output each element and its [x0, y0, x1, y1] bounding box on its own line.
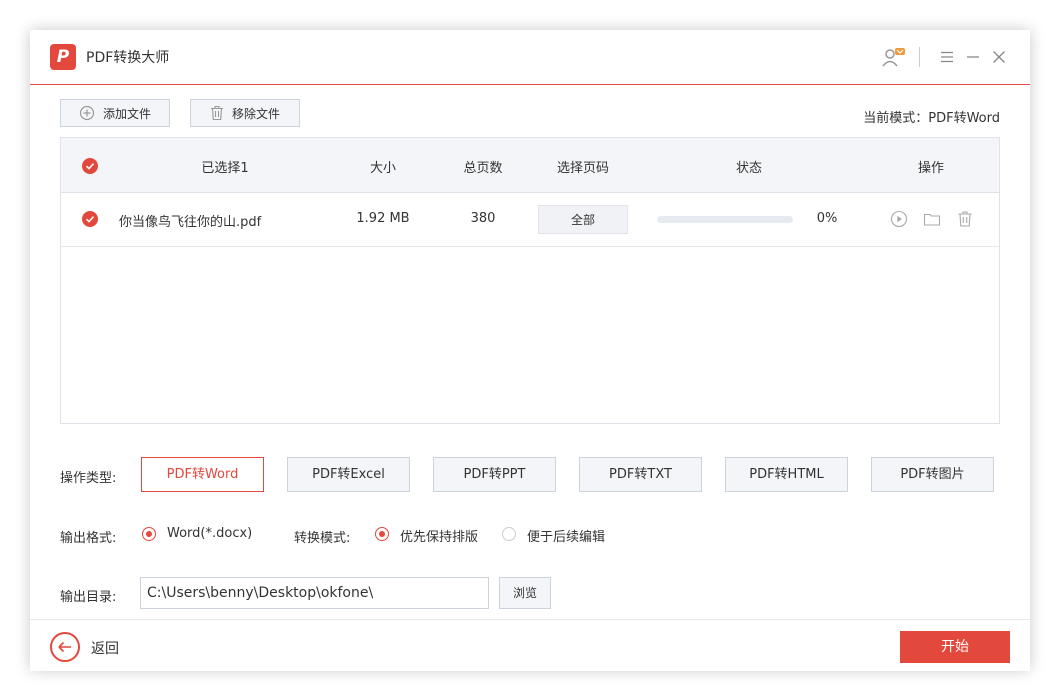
- browse-button[interactable]: 浏览: [499, 577, 551, 609]
- file-name: 你当像鸟飞往你的山.pdf: [119, 215, 262, 230]
- output-dir-label: 输出目录:: [60, 590, 117, 605]
- header-selected: 已选择1: [201, 161, 249, 176]
- row-checkbox[interactable]: [82, 211, 98, 227]
- titlebar-divider: [919, 47, 920, 67]
- type-pdf-to-image[interactable]: PDF转图片: [871, 457, 994, 492]
- play-icon[interactable]: [890, 210, 910, 230]
- mode-easy-edit-text: 便于后续编辑: [527, 530, 606, 545]
- output-dir-input[interactable]: [140, 577, 489, 609]
- remove-file-button[interactable]: 移除文件: [190, 99, 300, 127]
- header-size: 大小: [369, 161, 397, 176]
- close-icon[interactable]: [986, 44, 1012, 70]
- header-pages: 总页数: [463, 161, 503, 176]
- output-format-label: 输出格式:: [60, 531, 117, 546]
- mode-keep-layout-radio[interactable]: [375, 527, 389, 541]
- minimize-icon[interactable]: [960, 44, 986, 70]
- page-select-button[interactable]: 全部: [538, 205, 628, 234]
- file-pages: 380: [470, 211, 496, 226]
- footer-bar: 返回 开始: [30, 619, 1030, 671]
- header-page-select: 选择页码: [556, 161, 610, 176]
- folder-icon[interactable]: [923, 210, 943, 230]
- select-all-checkbox[interactable]: [82, 158, 98, 174]
- table-header: 已选择1 大小 总页数 选择页码 状态 操作: [61, 138, 999, 193]
- menu-icon[interactable]: [934, 44, 960, 70]
- header-status: 状态: [735, 161, 763, 176]
- convert-mode-label: 转换模式:: [294, 531, 351, 546]
- type-pdf-to-word[interactable]: PDF转Word: [141, 457, 264, 492]
- add-file-label: 添加文件: [102, 106, 151, 121]
- progress-bar: [657, 216, 793, 223]
- type-pdf-to-txt[interactable]: PDF转TXT: [579, 457, 702, 492]
- add-file-button[interactable]: 添加文件: [60, 99, 170, 127]
- type-pdf-to-excel[interactable]: PDF转Excel: [287, 457, 410, 492]
- file-size: 1.92 MB: [356, 211, 410, 226]
- remove-file-label: 移除文件: [231, 106, 280, 121]
- back-arrow-icon[interactable]: [50, 632, 80, 662]
- window-controls: [881, 44, 1012, 70]
- trash-icon: [210, 105, 223, 121]
- mode-keep-layout-text: 优先保持排版: [400, 530, 479, 545]
- type-pdf-to-ppt[interactable]: PDF转PPT: [433, 457, 556, 492]
- operation-type-label: 操作类型:: [60, 471, 117, 486]
- app-window: P PDF转换大师 添加文件 移除文件 当前模式：PDF转Word 已选择1 大…: [30, 30, 1030, 671]
- user-vip-icon[interactable]: [881, 44, 907, 70]
- type-pdf-to-html[interactable]: PDF转HTML: [725, 457, 848, 492]
- format-word-radio[interactable]: [142, 527, 156, 541]
- file-table: 已选择1 大小 总页数 选择页码 状态 操作 你当像鸟飞往你的山.pdf 1.9…: [60, 137, 1000, 424]
- mode-easy-edit-radio[interactable]: [502, 527, 516, 541]
- back-label[interactable]: 返回: [91, 638, 119, 658]
- title-bar: P PDF转换大师: [30, 30, 1030, 85]
- start-button[interactable]: 开始: [900, 631, 1010, 663]
- header-actions: 操作: [917, 161, 945, 176]
- trash-icon[interactable]: [957, 210, 977, 230]
- format-word-text: Word(*.docx): [167, 526, 253, 541]
- app-logo: P: [50, 44, 76, 70]
- table-row: 你当像鸟飞往你的山.pdf 1.92 MB 380 全部 0%: [61, 193, 999, 247]
- app-title: PDF转换大师: [86, 50, 170, 66]
- current-mode-text: 当前模式：PDF转Word: [863, 111, 1000, 126]
- add-circle-icon: [79, 105, 95, 121]
- progress-percent: 0%: [816, 211, 838, 226]
